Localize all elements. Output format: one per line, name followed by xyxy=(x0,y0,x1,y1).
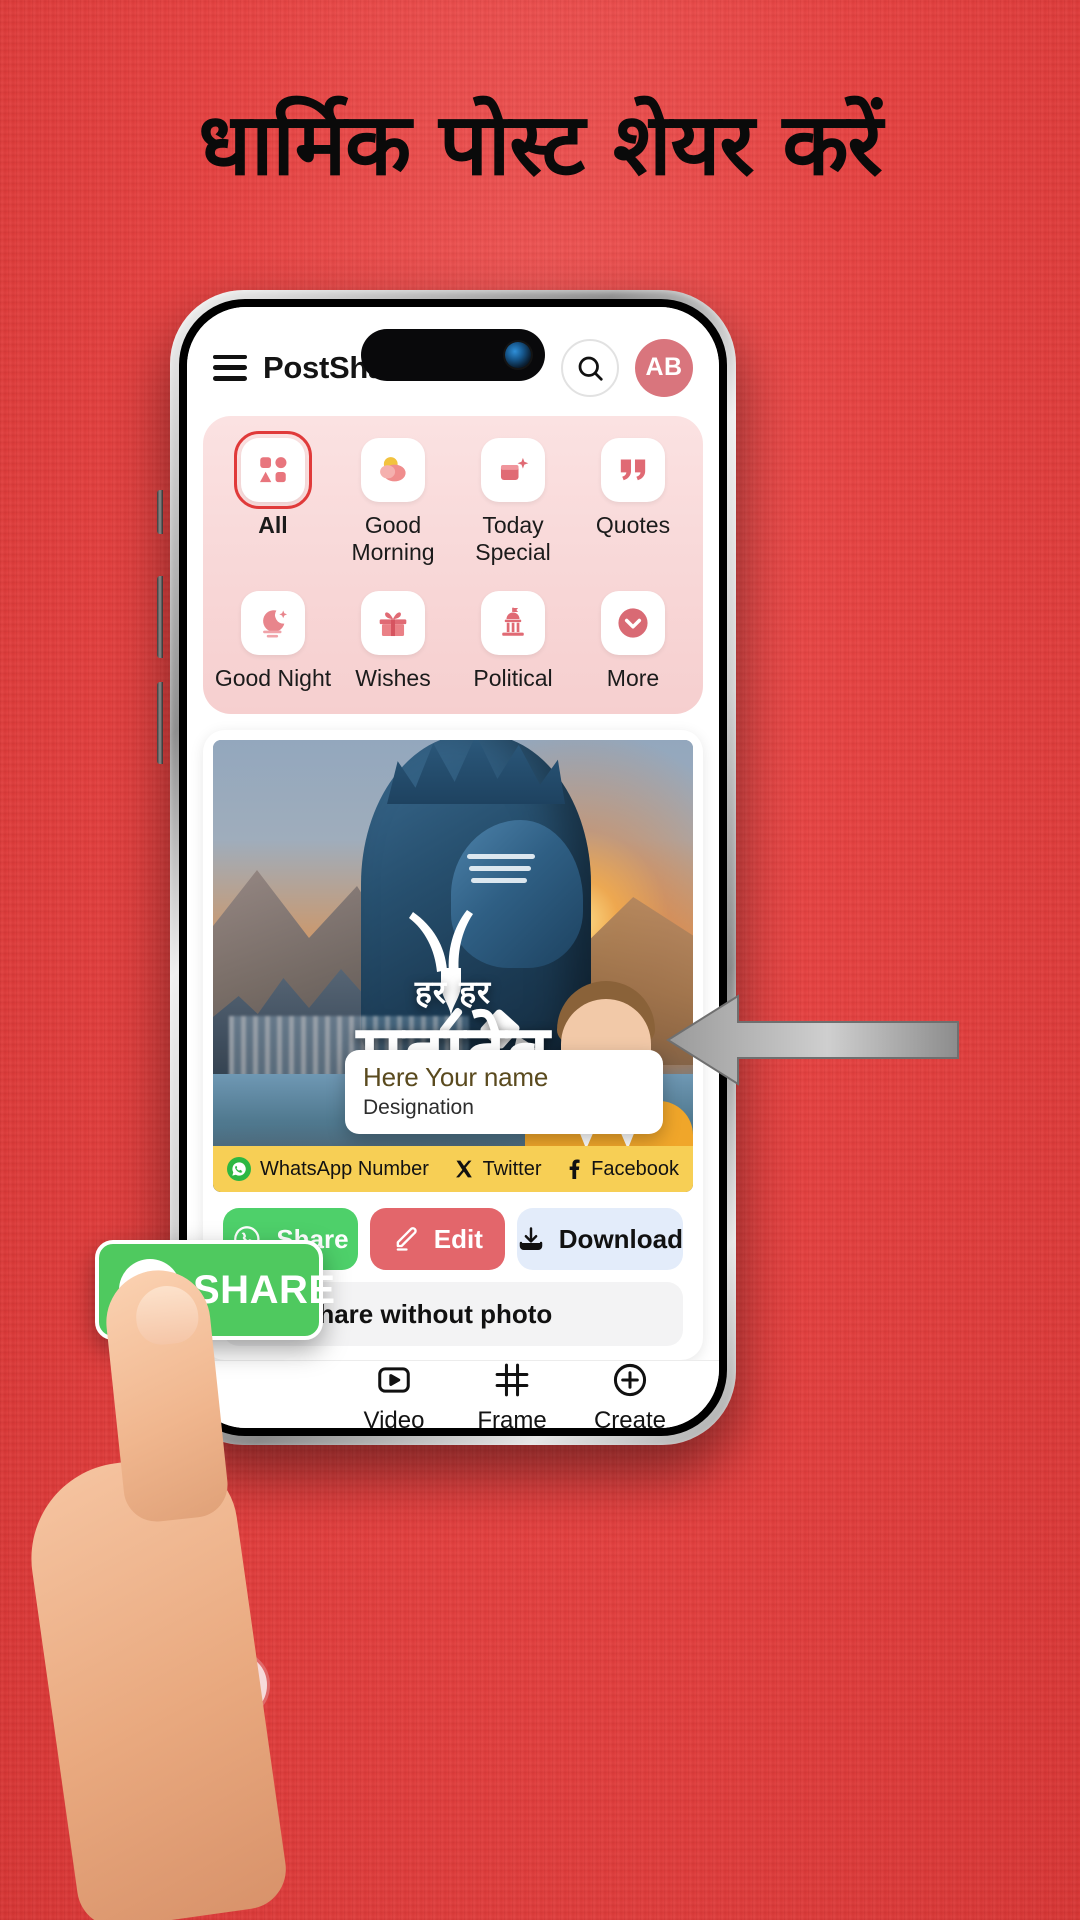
category-item-more[interactable]: More xyxy=(573,591,693,692)
social-label: Twitter xyxy=(482,1157,542,1180)
nav-item-create[interactable]: Create xyxy=(571,1361,689,1428)
category-item-good-night[interactable]: Good Night xyxy=(213,591,333,692)
name-card[interactable]: Here Your name Designation xyxy=(345,1050,663,1135)
nav-item-frame[interactable]: Frame xyxy=(453,1361,571,1428)
category-item-quotes[interactable]: Quotes xyxy=(573,438,693,565)
download-button[interactable]: Download xyxy=(516,1208,683,1271)
gift-sparkle-icon xyxy=(481,438,545,502)
download-icon xyxy=(519,1227,543,1251)
name-card-designation: Designation xyxy=(363,1096,474,1120)
quotation-marks-icon xyxy=(601,438,665,502)
grid-squares-icon xyxy=(234,431,312,509)
category-item-wishes[interactable]: Wishes xyxy=(333,591,453,692)
search-icon xyxy=(578,356,603,381)
category-item-all[interactable]: All xyxy=(213,431,333,565)
social-item-twitter[interactable]: Twitter xyxy=(429,1158,566,1181)
front-camera-icon xyxy=(505,342,531,368)
phone-side-button-volume-up xyxy=(157,576,163,658)
category-label: Today Special xyxy=(475,512,551,565)
phone-side-button-volume-down xyxy=(157,682,163,764)
category-row-1: All Good Morning Today Special Quotes xyxy=(213,431,693,565)
search-button[interactable] xyxy=(561,338,619,397)
phone-side-button-mute xyxy=(157,490,163,534)
government-building-icon xyxy=(481,591,545,656)
social-label: Facebook xyxy=(591,1157,679,1180)
nav-label: Create xyxy=(593,1407,667,1428)
download-button-label: Download xyxy=(558,1223,683,1254)
pencil-icon xyxy=(396,1227,417,1251)
category-item-political[interactable]: Political xyxy=(453,591,573,692)
tilak-line xyxy=(469,866,531,872)
edit-button[interactable]: Edit xyxy=(369,1208,505,1271)
moon-stars-icon xyxy=(241,591,305,656)
avatar[interactable]: AB xyxy=(635,338,693,397)
social-label: WhatsApp Number xyxy=(260,1157,429,1180)
poster-image: हर हर महादेव Here Your name Designation xyxy=(213,740,693,1193)
chevron-down-circle-icon xyxy=(601,591,665,656)
nav-item-video[interactable]: Video xyxy=(335,1361,453,1428)
nav-label: Frame xyxy=(477,1407,547,1428)
nav-label: Video xyxy=(363,1407,425,1428)
left-arrow-icon xyxy=(666,994,959,1086)
play-box-icon xyxy=(378,1367,410,1393)
name-card-name: Here Your name xyxy=(363,1062,549,1093)
social-item-whatsapp[interactable]: WhatsApp Number xyxy=(227,1157,429,1182)
category-label: Good Morning xyxy=(351,512,435,565)
hamburger-menu-icon[interactable] xyxy=(213,354,247,381)
social-bar: WhatsApp Number Twitter Facebook xyxy=(213,1146,693,1193)
frame-grid-icon xyxy=(495,1363,529,1397)
plus-circle-icon xyxy=(613,1363,647,1397)
gift-box-icon xyxy=(361,591,425,656)
x-twitter-icon xyxy=(455,1160,472,1178)
tilak-line xyxy=(471,878,527,884)
category-item-today-special[interactable]: Today Special xyxy=(453,438,573,565)
category-item-good-morning[interactable]: Good Morning xyxy=(333,438,453,565)
category-label: All xyxy=(258,512,288,538)
category-label: More xyxy=(606,665,660,692)
hand-pointing-icon xyxy=(19,1265,340,1920)
category-label: Good Night xyxy=(214,665,332,692)
whatsapp-icon xyxy=(227,1157,251,1182)
category-panel: All Good Morning Today Special Quotes Go… xyxy=(203,416,703,715)
sunrise-flower-icon xyxy=(361,438,425,502)
social-item-facebook[interactable]: Facebook xyxy=(566,1158,679,1181)
category-label: Quotes xyxy=(595,512,671,538)
edit-button-label: Edit xyxy=(433,1223,483,1254)
facebook-icon xyxy=(569,1159,580,1180)
category-label: Wishes xyxy=(355,665,431,692)
category-row-2: Good Night Wishes Political More xyxy=(213,591,693,692)
category-label: Political xyxy=(473,665,553,692)
tilak-line xyxy=(467,854,535,860)
dynamic-island xyxy=(361,329,545,381)
page-headline: धार्मिक पोस्ट शेयर करें xyxy=(198,95,882,195)
